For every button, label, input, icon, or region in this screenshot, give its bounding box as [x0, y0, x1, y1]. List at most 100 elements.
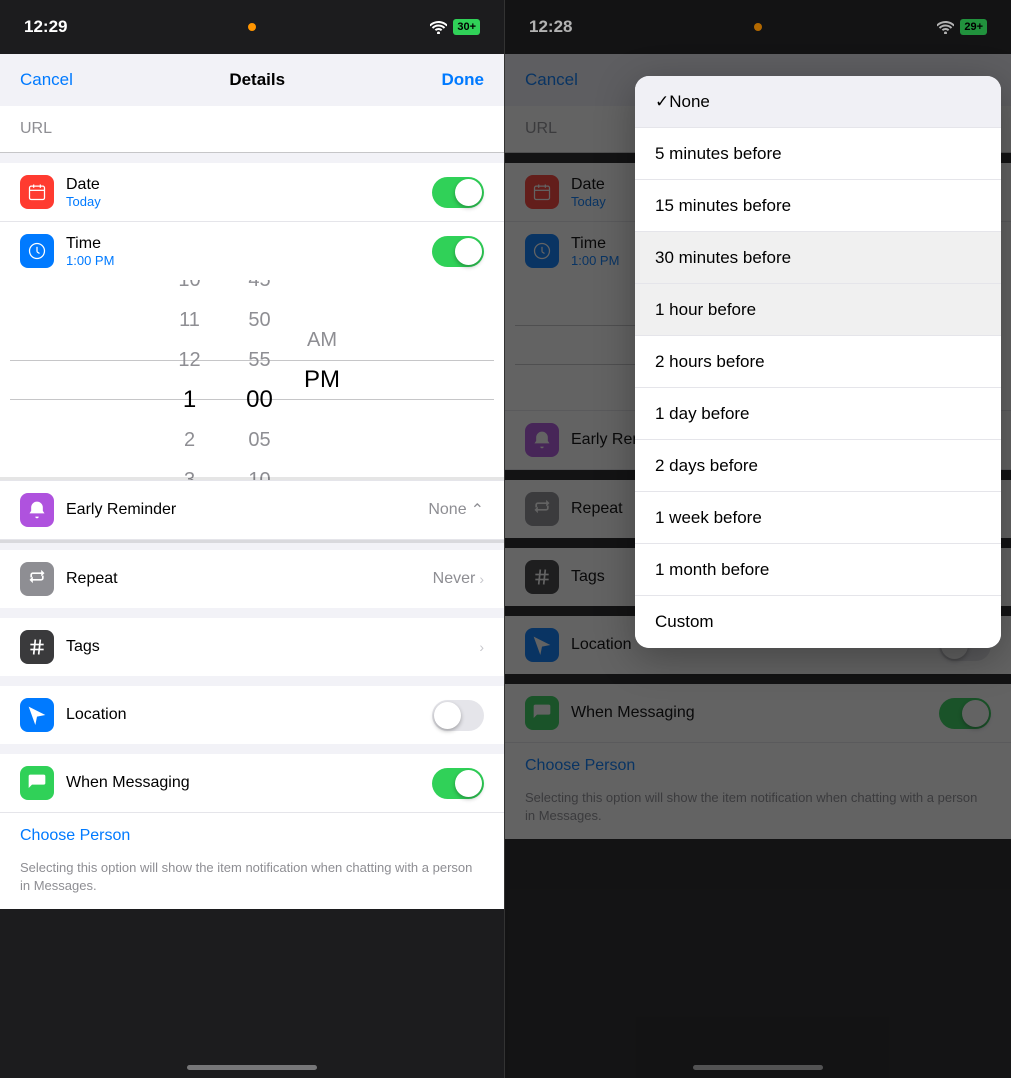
- early-reminder-labels-left: Early Reminder: [66, 501, 428, 519]
- when-messaging-section-left: When Messaging Choose Person Selecting t…: [0, 754, 504, 909]
- clock-icon-left: [27, 241, 47, 261]
- picker-pm-selected: PM: [295, 360, 350, 400]
- dropdown-item-1week[interactable]: 1 week before: [635, 492, 1001, 544]
- time-label-left: Time: [66, 235, 432, 253]
- repeat-label-left: Repeat: [66, 570, 118, 588]
- calendar-icon-left: [27, 182, 47, 202]
- early-reminder-label-left: Early Reminder: [66, 501, 428, 519]
- dropdown-item-1hour[interactable]: 1 hour before: [635, 284, 1001, 336]
- url-field-left[interactable]: URL: [0, 106, 504, 153]
- time-row-left[interactable]: Time 1:00 PM: [0, 222, 504, 280]
- repeat-chevron-left: ›: [479, 571, 484, 587]
- status-time-left: 12:29: [24, 17, 67, 37]
- cancel-button-left[interactable]: Cancel: [20, 70, 73, 90]
- dropdown-label-1week: 1 week before: [655, 508, 762, 528]
- dropdown-label-2hours: 2 hours before: [655, 352, 765, 372]
- date-time-section-left: Date Today Time 1:00 PM: [0, 163, 504, 280]
- dropdown-label-1day: 1 day before: [655, 404, 750, 424]
- date-sublabel-left: Today: [66, 194, 432, 209]
- dropdown-item-none[interactable]: ✓ None: [635, 76, 1001, 128]
- picker-hour-2: 12: [155, 340, 225, 380]
- dropdown-item-5min[interactable]: 5 minutes before: [635, 128, 1001, 180]
- choose-person-desc-left: Selecting this option will show the item…: [0, 859, 504, 909]
- location-label-left: Location: [66, 706, 127, 724]
- status-icons-left: 30+: [430, 19, 480, 35]
- time-picker-left[interactable]: 10 11 12 1 2 3 45 50 55 00 05 10 AM PM: [0, 280, 504, 480]
- choose-person-left[interactable]: Choose Person: [0, 813, 504, 859]
- chevron-updown-icon: ⌃: [471, 500, 484, 520]
- picker-hour-0: 10: [155, 280, 225, 300]
- dropdown-label-1month: 1 month before: [655, 560, 769, 580]
- repeat-value-left: Never ›: [433, 570, 484, 588]
- early-reminder-icon-left: [20, 493, 54, 527]
- date-icon-left: [20, 175, 54, 209]
- picker-hour-4: 3: [155, 460, 225, 480]
- location-toggle-left[interactable]: [432, 700, 484, 731]
- reminder-dropdown[interactable]: ✓ None 5 minutes before 15 minutes befor…: [635, 76, 1001, 648]
- battery-left: 30+: [453, 19, 480, 35]
- date-label-left: Date: [66, 176, 432, 194]
- dropdown-item-2hours[interactable]: 2 hours before: [635, 336, 1001, 388]
- picker-ampm-3: [295, 400, 350, 440]
- picker-min-2: 55: [225, 340, 295, 380]
- time-sublabel-left: 1:00 PM: [66, 253, 432, 268]
- when-messaging-row-left[interactable]: When Messaging: [0, 754, 504, 813]
- done-button-left[interactable]: Done: [441, 70, 484, 90]
- nav-bar-left: Cancel Details Done: [0, 54, 504, 106]
- date-row-left[interactable]: Date Today: [0, 163, 504, 222]
- hash-icon-left: [27, 637, 47, 657]
- tags-label-left: Tags: [66, 638, 100, 656]
- wifi-icon-left: [430, 21, 447, 34]
- tags-section-left: Tags ›: [0, 618, 504, 676]
- picker-minutes-left[interactable]: 45 50 55 00 05 10: [225, 280, 295, 480]
- dropdown-item-2days[interactable]: 2 days before: [635, 440, 1001, 492]
- when-messaging-label-left: When Messaging: [66, 774, 190, 792]
- picker-hour-3: 2: [155, 420, 225, 460]
- dropdown-label-2days: 2 days before: [655, 456, 758, 476]
- picker-hours-left[interactable]: 10 11 12 1 2 3: [155, 280, 225, 480]
- nav-title-left: Details: [229, 70, 285, 90]
- date-toggle-left[interactable]: [432, 177, 484, 208]
- dropdown-label-none: None: [669, 92, 710, 112]
- picker-hour-1: 11: [155, 300, 225, 340]
- early-reminder-row-left[interactable]: Early Reminder None ⌃: [0, 480, 504, 540]
- picker-min-0: 45: [225, 280, 295, 300]
- location-section-left: Location: [0, 686, 504, 744]
- picker-ampm-left[interactable]: AM PM: [295, 320, 350, 440]
- message-bubble-icon-left: [27, 773, 47, 793]
- right-panel: 12:28 29+ Cancel ● URL Date: [505, 0, 1011, 1078]
- dropdown-label-5min: 5 minutes before: [655, 144, 782, 164]
- time-toggle-left[interactable]: [432, 236, 484, 267]
- tags-row-left[interactable]: Tags ›: [0, 618, 504, 676]
- tags-icon-left: [20, 630, 54, 664]
- picker-min-selected: 00: [225, 380, 295, 420]
- dropdown-item-30min[interactable]: 30 minutes before: [635, 232, 1001, 284]
- dropdown-item-1day[interactable]: 1 day before: [635, 388, 1001, 440]
- content-left: URL Date Today Time 1:00 PM: [0, 106, 504, 909]
- picker-min-1: 50: [225, 300, 295, 340]
- picker-min-3: 05: [225, 420, 295, 460]
- messages-icon-left: [20, 766, 54, 800]
- time-icon-left: [20, 234, 54, 268]
- time-labels-left: Time 1:00 PM: [66, 235, 432, 268]
- dropdown-item-custom[interactable]: Custom: [635, 596, 1001, 648]
- location-row-left[interactable]: Location: [0, 686, 504, 744]
- early-reminder-value-left: None ⌃: [428, 500, 484, 520]
- repeat-icon-left: [20, 562, 54, 596]
- dropdown-label-custom: Custom: [655, 612, 714, 632]
- url-placeholder-left: URL: [20, 120, 52, 137]
- picker-am: AM: [295, 320, 350, 360]
- dropdown-label-1hour: 1 hour before: [655, 300, 756, 320]
- dropdown-item-1month[interactable]: 1 month before: [635, 544, 1001, 596]
- location-icon-left: [20, 698, 54, 732]
- repeat-row-left[interactable]: Repeat Never ›: [0, 550, 504, 608]
- dropdown-item-15min[interactable]: 15 minutes before: [635, 180, 1001, 232]
- when-messaging-toggle-left[interactable]: [432, 768, 484, 799]
- bell-icon-left: [27, 500, 47, 520]
- repeat-section-left: Repeat Never ›: [0, 550, 504, 608]
- status-bar-left: 12:29 30+: [0, 0, 504, 54]
- dot-indicator-left: [248, 23, 256, 31]
- dropdown-label-15min: 15 minutes before: [655, 196, 791, 216]
- picker-min-4: 10: [225, 460, 295, 480]
- dropdown-label-30min: 30 minutes before: [655, 248, 791, 268]
